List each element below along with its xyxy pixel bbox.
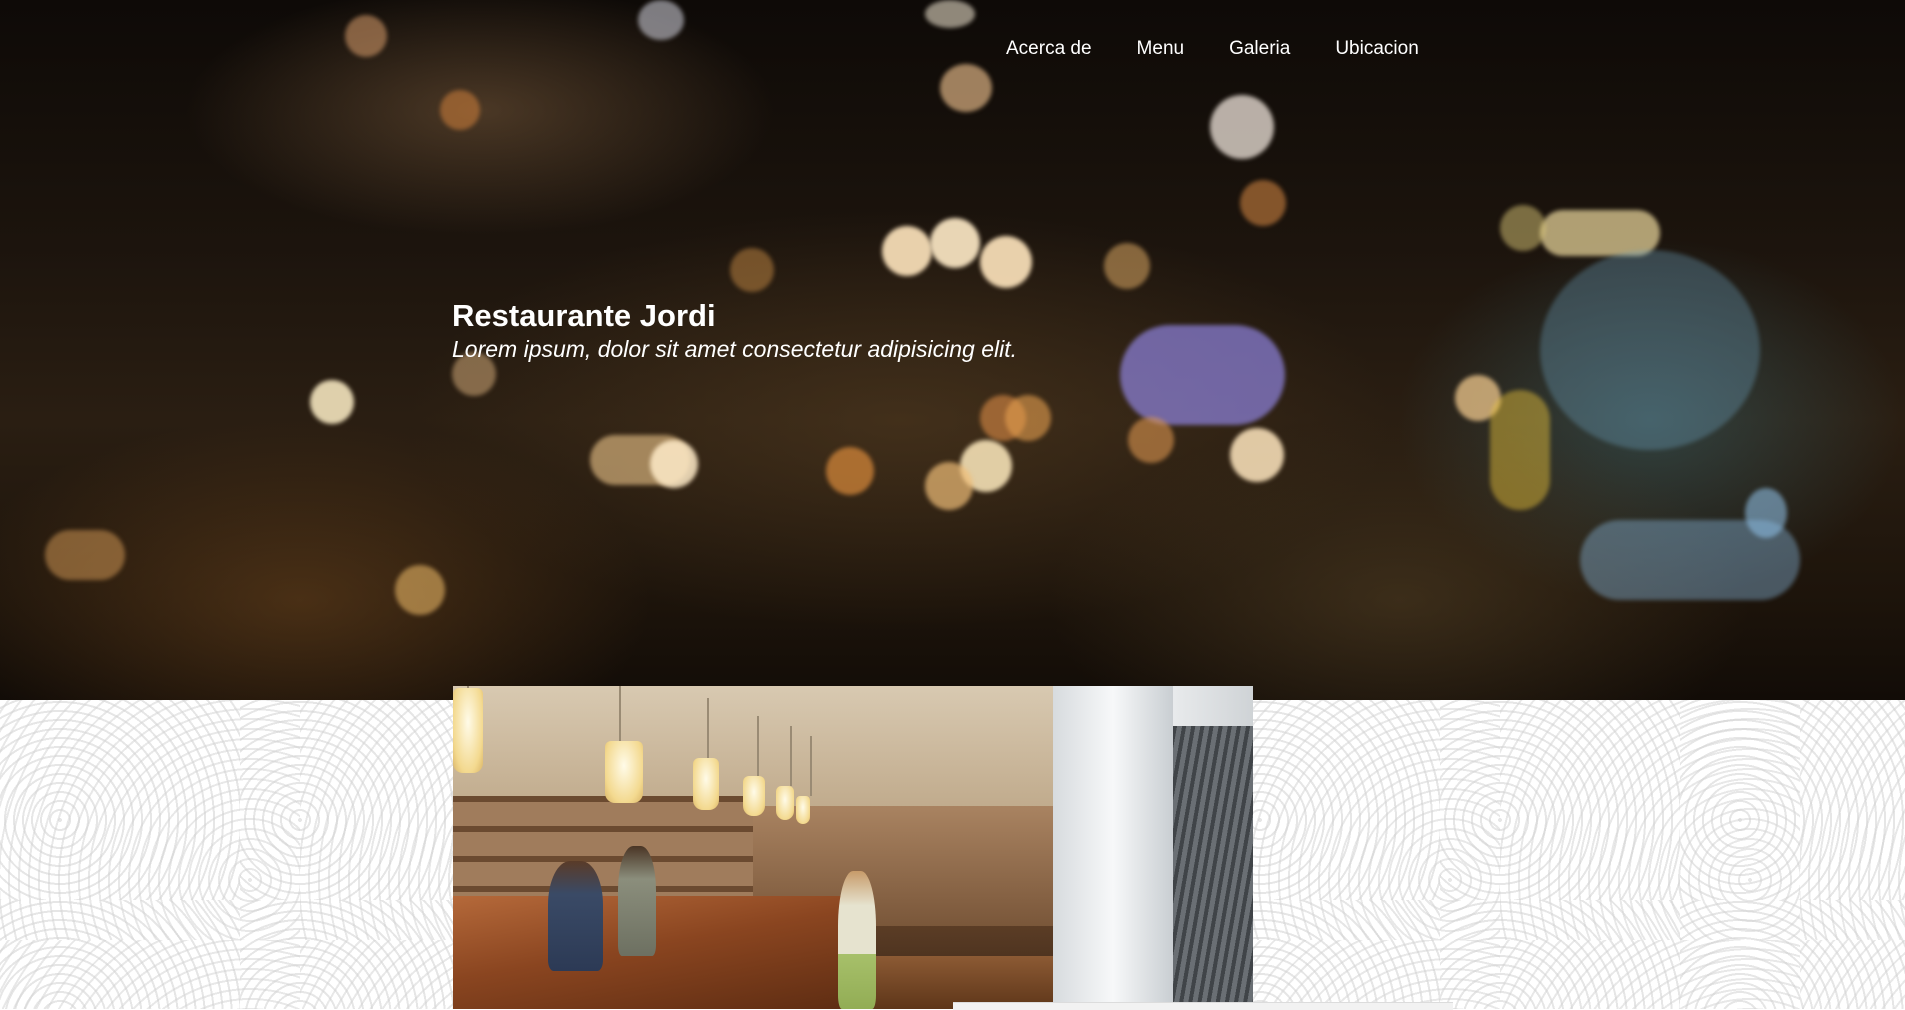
bokeh-light bbox=[440, 90, 480, 130]
photo-wall-picture bbox=[1173, 726, 1253, 1009]
nav-link-acerca-de[interactable]: Acerca de bbox=[1006, 38, 1092, 60]
photo-lamp bbox=[693, 698, 719, 810]
bokeh-light bbox=[930, 218, 980, 268]
bokeh-light bbox=[1500, 205, 1546, 251]
bokeh-light bbox=[345, 15, 387, 57]
bokeh-light bbox=[395, 565, 445, 615]
bokeh-light bbox=[45, 530, 125, 580]
bokeh-light bbox=[980, 236, 1032, 288]
bokeh-light bbox=[730, 248, 774, 292]
photo-lamp bbox=[453, 686, 483, 773]
photo-person bbox=[618, 846, 656, 956]
bokeh-light bbox=[650, 440, 698, 488]
bokeh-light bbox=[638, 0, 684, 40]
photo-shelves bbox=[453, 796, 753, 906]
bokeh-light bbox=[1120, 325, 1285, 425]
bokeh-light bbox=[882, 226, 932, 276]
bokeh-light bbox=[1490, 390, 1550, 510]
main-nav: Acerca de Menu Galeria Ubicacion bbox=[1006, 38, 1419, 60]
bokeh-light bbox=[1540, 210, 1660, 256]
photo-person bbox=[838, 871, 876, 1009]
hero-subtitle: Lorem ipsum, dolor sit amet consectetur … bbox=[452, 336, 1018, 362]
photo-lamp bbox=[605, 686, 643, 803]
bokeh-light bbox=[1230, 428, 1284, 482]
photo-pillar bbox=[1053, 686, 1173, 1009]
hero-section: Acerca de Menu Galeria Ubicacion Restaur… bbox=[0, 0, 1905, 700]
photo-lamp bbox=[776, 726, 794, 820]
bokeh-light bbox=[1104, 243, 1150, 289]
bokeh-light bbox=[925, 0, 975, 28]
bokeh-light bbox=[925, 462, 973, 510]
bokeh-light bbox=[310, 380, 354, 424]
restaurant-interior-photo bbox=[453, 686, 1253, 1009]
bokeh-light bbox=[1540, 250, 1760, 450]
bokeh-light bbox=[1580, 520, 1800, 600]
photo-person bbox=[548, 861, 603, 971]
nav-link-galeria[interactable]: Galeria bbox=[1229, 38, 1290, 60]
bokeh-light bbox=[940, 64, 992, 112]
photo-lamp bbox=[743, 716, 765, 816]
bokeh-light bbox=[826, 447, 874, 495]
photo-bar-counter bbox=[453, 896, 873, 1009]
photo-lamp bbox=[796, 736, 812, 824]
page-title: Restaurante Jordi bbox=[452, 298, 716, 333]
bokeh-light bbox=[1005, 395, 1051, 441]
hero-text: Restaurante Jordi Lorem ipsum, dolor sit… bbox=[452, 297, 1017, 363]
bokeh-light bbox=[1128, 417, 1174, 463]
nav-link-ubicacion[interactable]: Ubicacion bbox=[1335, 38, 1418, 60]
bokeh-light bbox=[1240, 180, 1286, 226]
bokeh-light bbox=[1210, 95, 1274, 159]
nav-link-menu[interactable]: Menu bbox=[1137, 38, 1185, 60]
